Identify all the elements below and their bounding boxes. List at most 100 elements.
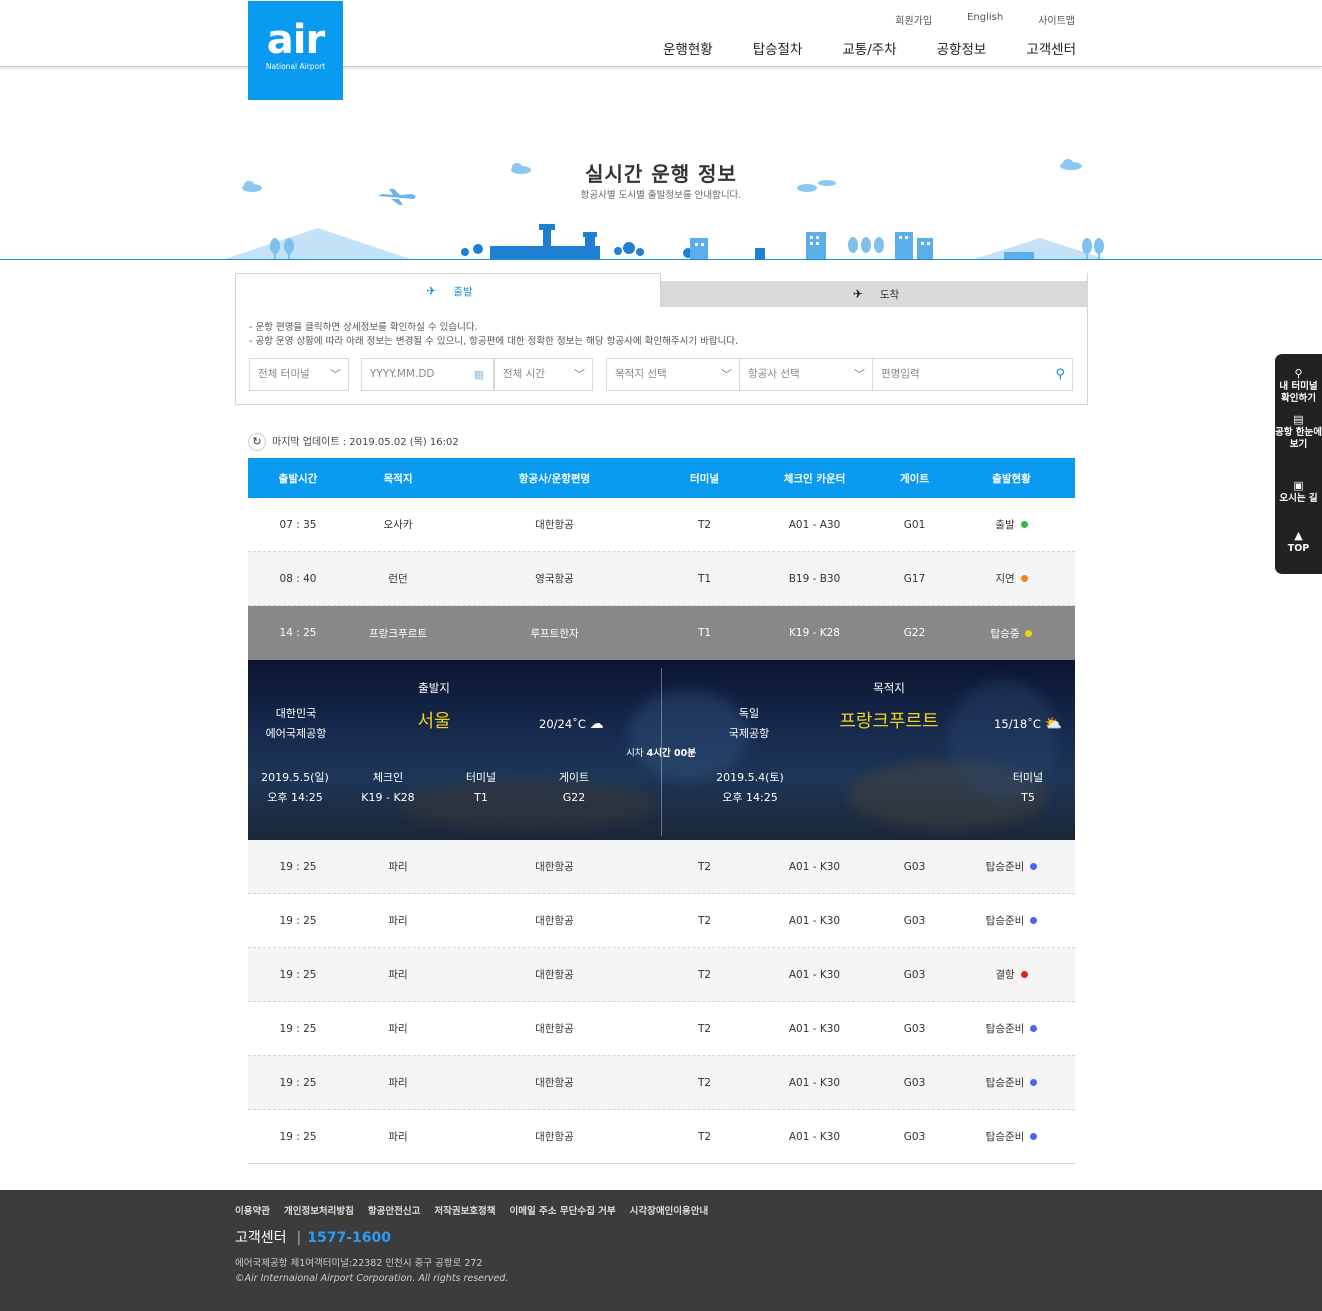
table-row[interactable]: 19 : 25 파리 대한항공 T2 A01 - K30 G03 결항	[248, 948, 1075, 1002]
hero-banner: 실시간 운행 정보 항공사별 도시별 출발정보를 안내합니다.	[0, 68, 1322, 260]
time-select[interactable]: 전체 시간 ﹀	[494, 358, 593, 391]
cell-gate: G01	[903, 518, 926, 531]
footer-copyright: ©Air Internaional Airport Corporation. A…	[235, 1273, 509, 1284]
cell-checkin: A01 - K30	[788, 1022, 841, 1035]
table-row-selected[interactable]: 14 : 25 프랑크푸르트 루프트한자 T1 K19 - K28 G22 탑승…	[248, 606, 1075, 660]
table-row[interactable]: 19 : 25 파리 대한항공 T2 A01 - K30 G03 탑승준비	[248, 894, 1075, 948]
quick-airport-overview[interactable]: ▤ 공항 한눈에 보기	[1275, 414, 1322, 451]
table-row[interactable]: 07 : 35 오사카 대한항공 T2 A01 - A30 G01 출발	[248, 498, 1075, 552]
cell-terminal: T2	[697, 1130, 712, 1143]
quick-menu: ⚲ 내 터미널 확인하기 ▤ 공항 한눈에 보기 ▣ 오시는 길 ▲ TOP	[1275, 354, 1322, 574]
origin-label: 출발지	[418, 681, 450, 695]
flight-table: 출발시간 목적지 항공사/운항편명 터미널 체크인 카운터 게이트 출발현황 0…	[248, 458, 1075, 1164]
page-title: 실시간 운행 정보	[585, 162, 737, 186]
terminal-select-value: 전체 터미널	[258, 368, 310, 380]
table-row[interactable]: 19 : 25 파리 대한항공 T2 A01 - K30 G03 탑승준비	[248, 1056, 1075, 1110]
status-dot	[1020, 575, 1028, 582]
cell-terminal: T2	[697, 518, 712, 531]
cell-status: 탑승준비	[948, 1075, 1075, 1090]
arrival-terminal-value: T5	[1021, 791, 1035, 804]
table-row[interactable]: 08 : 40 런던 영국항공 T1 B19 - B30 G17 지연	[248, 552, 1075, 606]
scroll-top-label: TOP	[1287, 543, 1310, 554]
footer-link-safety[interactable]: 항공안전신고	[368, 1203, 420, 1217]
nav-item-boarding[interactable]: 탑승절차	[753, 38, 803, 58]
origin-airport: 에어국제공항	[265, 727, 327, 740]
destination-select[interactable]: 목적지 선택 ﹀	[606, 358, 740, 391]
cell-terminal: T2	[697, 914, 712, 927]
destination-weather: 15/18˚C ⛅	[994, 716, 1062, 732]
status-text: 지연	[995, 573, 1015, 585]
site-logo[interactable]: air National Airport	[248, 1, 343, 100]
arrow-up-icon: ▲	[1294, 529, 1303, 542]
quick-my-terminal-label: 내 터미널 확인하기	[1279, 381, 1318, 404]
site-footer: 이용약관 개인정보처리방침 항공안전신고 저작권보호정책 이메일 주소 무단수집…	[0, 1190, 1322, 1311]
refresh-icon[interactable]: ↻	[248, 433, 266, 451]
util-link-english[interactable]: English	[967, 12, 1003, 27]
departure-plane-icon: ✈	[426, 284, 437, 298]
logo-text: air	[266, 17, 325, 63]
flight-search-input[interactable]: 편명입력 ⚲	[872, 358, 1073, 391]
footer-info: 에어국제공항 제1여객터미널:22382 인천시 중구 공항로 272 ©Air…	[235, 1256, 508, 1286]
chevron-down-icon: ﹀	[721, 368, 732, 381]
col-header: 출발시간	[278, 472, 318, 485]
search-icon[interactable]: ⚲	[1055, 359, 1065, 390]
customer-center-phone[interactable]: 1577-1600	[307, 1230, 391, 1246]
quick-directions[interactable]: ▣ 오시는 길	[1275, 480, 1322, 505]
status-dot	[1030, 917, 1038, 924]
cell-status: 탑승중	[948, 626, 1075, 641]
table-row[interactable]: 19 : 25 파리 대한항공 T2 A01 - K30 G03 탑승준비	[248, 1002, 1075, 1056]
cell-checkin: A01 - K30	[788, 968, 841, 981]
site-header: 회원가입 English 사이트맵 운행현황 탑승절차 교통/주차 공항정보 고…	[0, 0, 1322, 67]
col-header: 체크인 카운터	[783, 472, 846, 485]
cell-airline: 대한항공	[535, 1023, 574, 1035]
terminal-label: 터미널	[465, 771, 497, 784]
tab-departure-label: 출발	[453, 286, 473, 298]
util-link-signup[interactable]: 회원가입	[895, 12, 932, 27]
arrival-terminal-label: 터미널	[1012, 771, 1044, 784]
table-row[interactable]: 19 : 25 파리 대한항공 T2 A01 - K30 G03 탑승준비	[248, 1110, 1075, 1164]
status-dot	[1030, 1079, 1038, 1086]
departure-date: 2019.5.5(일)	[261, 771, 329, 784]
table-row[interactable]: 19 : 25 파리 대한항공 T2 A01 - K30 G03 탑승준비	[248, 840, 1075, 894]
chevron-down-icon: ﹀	[574, 368, 585, 381]
cell-airline: 대한항공	[535, 915, 574, 927]
footer-link-privacy[interactable]: 개인정보처리방침	[284, 1203, 354, 1217]
status-text: 탑승준비	[985, 861, 1025, 873]
arrival-date: 2019.5.4(토)	[716, 771, 784, 784]
footer-link-copyright[interactable]: 저작권보호정책	[434, 1203, 495, 1217]
nav-item-transport[interactable]: 교통/주차	[842, 38, 896, 58]
cell-checkin: A01 - K30	[788, 860, 841, 873]
nav-item-operation[interactable]: 운행현황	[663, 38, 713, 58]
tab-departure[interactable]: ✈ 출발	[235, 273, 661, 307]
nav-item-airport-info[interactable]: 공항정보	[937, 38, 987, 58]
notice-text: - 운항 편명을 클릭하면 상세정보를 확인하실 수 있습니다. - 공항 운영…	[249, 321, 738, 349]
cell-destination: 오사카	[383, 519, 413, 531]
scroll-top-button[interactable]: ▲ TOP	[1275, 530, 1322, 555]
cell-status: 결항	[948, 967, 1075, 982]
checkin-label: 체크인	[372, 771, 404, 784]
cell-gate: G22	[903, 627, 926, 639]
destination-temp: 15/18˚C	[994, 717, 1041, 731]
destination-select-value: 목적지 선택	[615, 368, 667, 380]
origin-city: 서울	[417, 711, 451, 732]
calendar-icon[interactable]: ▦	[474, 359, 484, 390]
status-text: 탑승준비	[985, 1131, 1025, 1143]
footer-link-accessibility[interactable]: 시각장애인이용안내	[630, 1203, 709, 1217]
cell-destination: 파리	[388, 1077, 408, 1089]
main-nav: 운행현황 탑승절차 교통/주차 공항정보 고객센터	[623, 38, 1076, 58]
cell-destination: 파리	[388, 1023, 408, 1035]
footer-link-email-policy[interactable]: 이메일 주소 무단수집 거부	[510, 1203, 616, 1217]
quick-my-terminal[interactable]: ⚲ 내 터미널 확인하기	[1275, 368, 1322, 405]
cell-destination: 파리	[388, 915, 408, 927]
footer-link-terms[interactable]: 이용약관	[235, 1203, 270, 1217]
terminal-select[interactable]: 전체 터미널 ﹀	[249, 358, 349, 391]
airline-select[interactable]: 항공사 선택 ﹀	[739, 358, 873, 391]
cell-checkin: A01 - K30	[788, 1076, 841, 1089]
departure-time: 오후 14:25	[267, 791, 323, 804]
util-link-sitemap[interactable]: 사이트맵	[1038, 12, 1075, 27]
nav-item-customer[interactable]: 고객센터	[1026, 38, 1076, 58]
origin-weather: 20/24˚C ☁	[539, 716, 604, 732]
tab-arrival[interactable]: ✈ 도착	[661, 281, 1088, 307]
date-input[interactable]: YYYY.MM.DD ▦	[361, 358, 494, 391]
origin-temp: 20/24˚C	[539, 717, 586, 731]
